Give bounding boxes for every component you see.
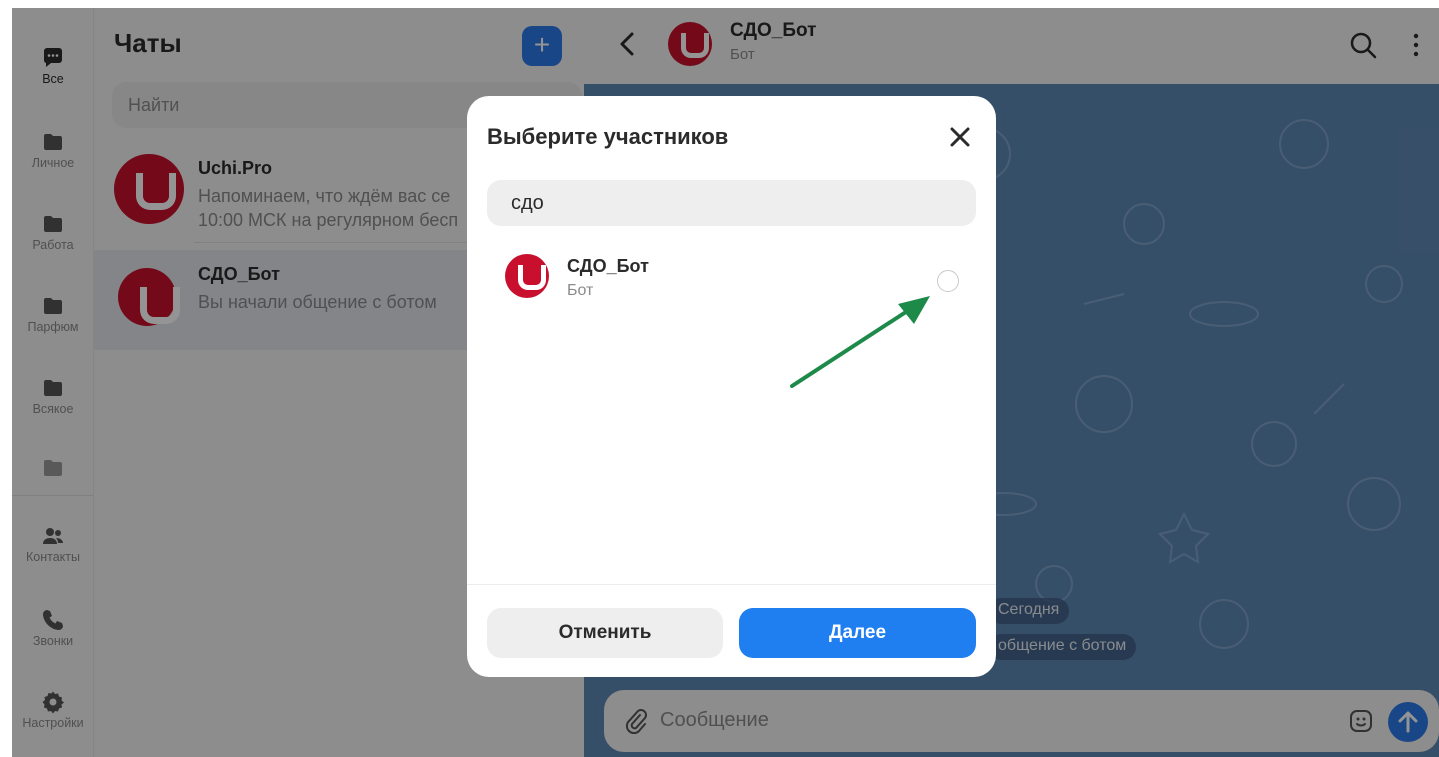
app-window: Все Личное Работа Парфюм Всякое Контакты — [12, 8, 1439, 757]
participant-search-input[interactable] — [487, 180, 976, 226]
cancel-button[interactable]: Отменить — [487, 608, 723, 658]
close-icon[interactable] — [945, 122, 975, 152]
dialog-title: Выберите участников — [487, 124, 729, 149]
footer-divider — [467, 584, 996, 585]
participant-subtitle: Бот — [567, 282, 594, 299]
annotation-arrow-icon — [790, 296, 930, 388]
avatar — [505, 254, 549, 298]
next-button[interactable]: Далее — [739, 608, 976, 658]
participant-name: СДО_Бот — [567, 256, 649, 276]
